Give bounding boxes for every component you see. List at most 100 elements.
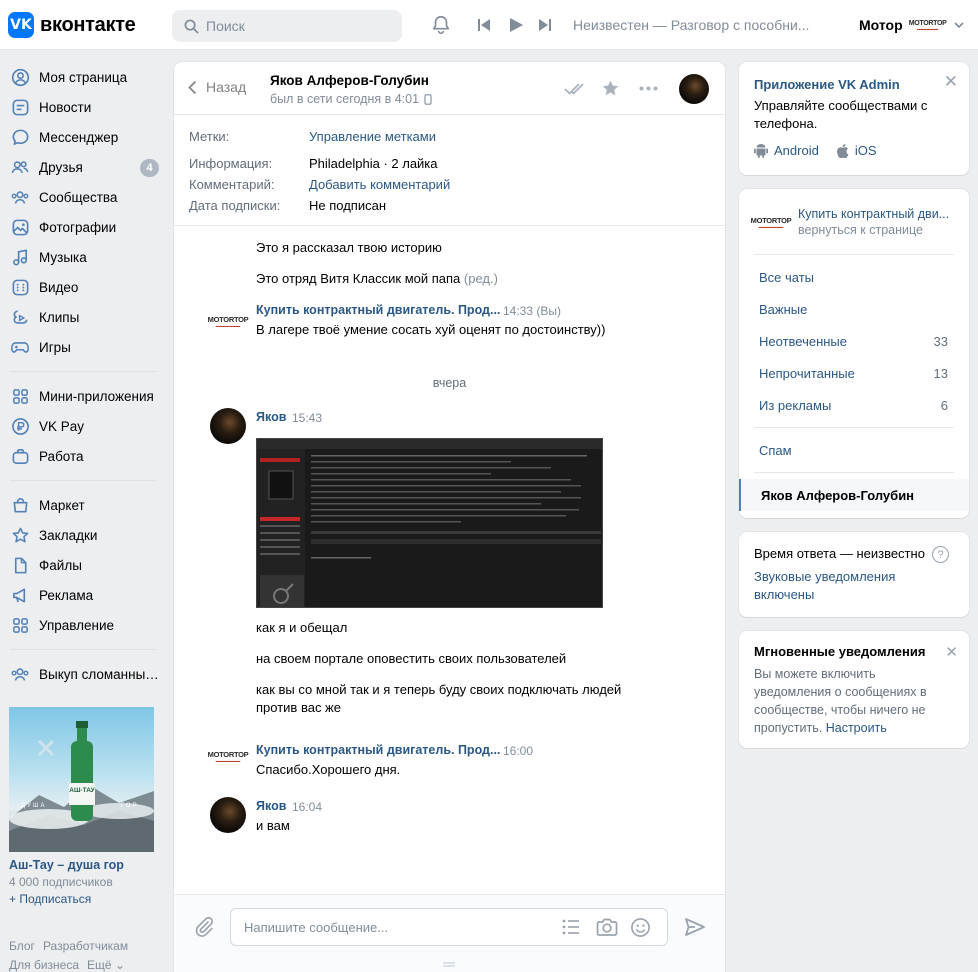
emoji-icon[interactable] xyxy=(630,917,651,938)
peer-name[interactable]: Яков Алферов-Голубин xyxy=(270,73,429,88)
vk-logo-icon: VK xyxy=(8,12,34,38)
message-photo-attachment[interactable] xyxy=(256,438,603,608)
template-list-icon[interactable] xyxy=(562,919,580,935)
close-icon[interactable]: ✕ xyxy=(945,645,958,660)
nav-files[interactable]: Файлы xyxy=(0,550,166,580)
community-link[interactable]: MOTORTOP ▬▬▬▬▬▬▬ Купить контрактный дви..… xyxy=(739,189,969,254)
promo-subscribe-button[interactable]: + Подписаться xyxy=(9,892,155,906)
filter-unread[interactable]: Непрочитанные 13 xyxy=(739,357,969,389)
community-avatar[interactable]: MOTORTOP ▬▬▬▬▬▬▬ xyxy=(208,738,249,774)
footer-link-dev[interactable]: Разработчикам xyxy=(43,939,128,953)
message-text: Спасибо.Хорошего дня. xyxy=(256,762,401,777)
app-card-title[interactable]: Приложение VK Admin xyxy=(754,77,954,92)
nav-games[interactable]: Игры xyxy=(0,332,166,362)
nav-messenger[interactable]: Мессенджер xyxy=(0,122,166,152)
nav-work[interactable]: Работа xyxy=(0,441,166,471)
nav-communities[interactable]: Сообщества xyxy=(0,182,166,212)
filter-important[interactable]: Важные xyxy=(739,293,969,325)
return-to-community-link[interactable]: вернуться к странице xyxy=(798,223,923,237)
nav-news[interactable]: Новости xyxy=(0,92,166,122)
double-check-icon[interactable] xyxy=(564,82,589,96)
filter-unanswered[interactable]: Неотвеченные 33 xyxy=(739,325,969,357)
nav-market[interactable]: Маркет xyxy=(0,490,166,520)
comment-row: Комментарий: Добавить комментарий xyxy=(189,174,710,195)
message-list[interactable]: Это я рассказал твою историю Это отряд В… xyxy=(174,226,725,896)
nav-photos[interactable]: Фотографии xyxy=(0,212,166,242)
nav-vk-pay[interactable]: VK Pay xyxy=(0,411,166,441)
message-time: 15:43 xyxy=(292,411,323,425)
message-author[interactable]: Яков xyxy=(256,410,286,424)
user-avatar[interactable] xyxy=(210,408,246,444)
nav-friends[interactable]: Друзья 4 xyxy=(0,152,166,182)
subscription-label: Дата подписки: xyxy=(189,198,281,213)
nav-mini-apps[interactable]: Мини-приложения xyxy=(0,381,166,411)
close-icon[interactable]: ✕ xyxy=(944,73,958,90)
nav-video[interactable]: Видео xyxy=(0,272,166,302)
attach-icon[interactable] xyxy=(193,916,215,938)
footer-link-business[interactable]: Для бизнеса xyxy=(9,958,79,972)
promo-title[interactable]: Аш-Тау – душа гор xyxy=(9,858,155,872)
ad-promo[interactable]: ДУША ГОР АШ-ТАУ Аш-Тау – душа гор 4 000 … xyxy=(9,707,155,906)
filter-all-chats[interactable]: Все чаты xyxy=(739,261,969,293)
nav-community-buyout[interactable]: Выкуп сломанных... xyxy=(0,659,166,689)
profile-menu[interactable]: Мотор MOTORTOP ▬▬▬▬▬▬ xyxy=(859,12,965,38)
photos-icon xyxy=(10,217,30,237)
message-author[interactable]: Яков xyxy=(256,799,286,813)
nav-label: Сообщества xyxy=(39,189,118,205)
tags-label: Метки: xyxy=(189,129,230,144)
resize-handle-icon[interactable] xyxy=(443,962,455,968)
nav-my-page[interactable]: Моя страница xyxy=(0,62,166,92)
sound-notifications-link[interactable]: Звуковые уведомления включены xyxy=(754,568,924,604)
android-link[interactable]: Android xyxy=(774,143,819,158)
camera-icon[interactable] xyxy=(596,917,618,937)
promo-caption-right: ГОР xyxy=(121,803,139,809)
promo-image[interactable]: ДУША ГОР АШ-ТАУ xyxy=(9,707,154,852)
play-icon[interactable] xyxy=(508,17,524,33)
message-time: 14:33 (Вы) xyxy=(503,304,561,318)
manage-tags-link[interactable]: Управление метками xyxy=(309,129,436,144)
current-track[interactable]: Неизвестен — Разговор с пособни... xyxy=(573,17,818,33)
filter-from-ads[interactable]: Из рекламы 6 xyxy=(739,389,969,421)
info-value: Philadelphia · 2 лайка xyxy=(309,156,438,171)
previous-track-icon[interactable] xyxy=(477,18,491,32)
profile-avatar: MOTORTOP ▬▬▬▬▬▬ xyxy=(908,19,947,31)
nav-label: Маркет xyxy=(39,497,85,513)
footer-links: Блог Разработчикам Для бизнеса Ещё ⌄ xyxy=(9,937,159,972)
communities-icon xyxy=(10,187,30,207)
vk-logo[interactable]: VK вконтакте xyxy=(8,12,136,38)
nav-label: Клипы xyxy=(39,309,80,325)
footer-link-more[interactable]: Ещё ⌄ xyxy=(87,958,125,972)
nav-ads[interactable]: Реклама xyxy=(0,580,166,610)
more-icon[interactable] xyxy=(639,86,658,91)
user-avatar[interactable] xyxy=(210,797,246,833)
nav-bookmarks[interactable]: Закладки xyxy=(0,520,166,550)
search-input[interactable] xyxy=(206,18,396,34)
chevron-down-icon xyxy=(954,22,964,29)
info-label: Информация: xyxy=(189,156,273,171)
nav-music[interactable]: Музыка xyxy=(0,242,166,272)
message-author[interactable]: Купить контрактный двигатель. Прод... xyxy=(256,743,500,757)
ios-link[interactable]: iOS xyxy=(855,143,877,158)
next-track-icon[interactable] xyxy=(538,18,552,32)
footer-link-blog[interactable]: Блог xyxy=(9,939,35,953)
add-comment-link[interactable]: Добавить комментарий xyxy=(309,177,450,192)
star-icon[interactable] xyxy=(601,79,620,98)
community-avatar[interactable]: MOTORTOP ▬▬▬▬▬▬▬ xyxy=(208,303,249,339)
help-icon[interactable]: ? xyxy=(932,546,949,563)
filter-spam[interactable]: Спам xyxy=(739,434,969,466)
bell-icon[interactable] xyxy=(430,14,452,36)
apps-icon xyxy=(10,386,30,406)
nav-manage[interactable]: Управление xyxy=(0,610,166,640)
configure-link[interactable]: Настроить xyxy=(826,721,887,735)
back-button[interactable]: Назад xyxy=(188,79,246,95)
peer-avatar[interactable] xyxy=(679,74,709,104)
send-icon[interactable] xyxy=(684,917,706,937)
search-box[interactable] xyxy=(172,10,402,42)
message-author[interactable]: Купить контрактный двигатель. Прод... xyxy=(256,303,500,317)
nav-clips[interactable]: Клипы xyxy=(0,302,166,332)
user-info-panel: Метки: Управление метками Информация: Ph… xyxy=(174,115,725,226)
active-chat-item[interactable]: Яков Алферов-Голубин xyxy=(739,479,969,511)
nav-label: Музыка xyxy=(39,249,87,265)
message-time: 16:00 xyxy=(503,744,534,758)
community-name[interactable]: Купить контрактный дви... xyxy=(798,207,949,221)
